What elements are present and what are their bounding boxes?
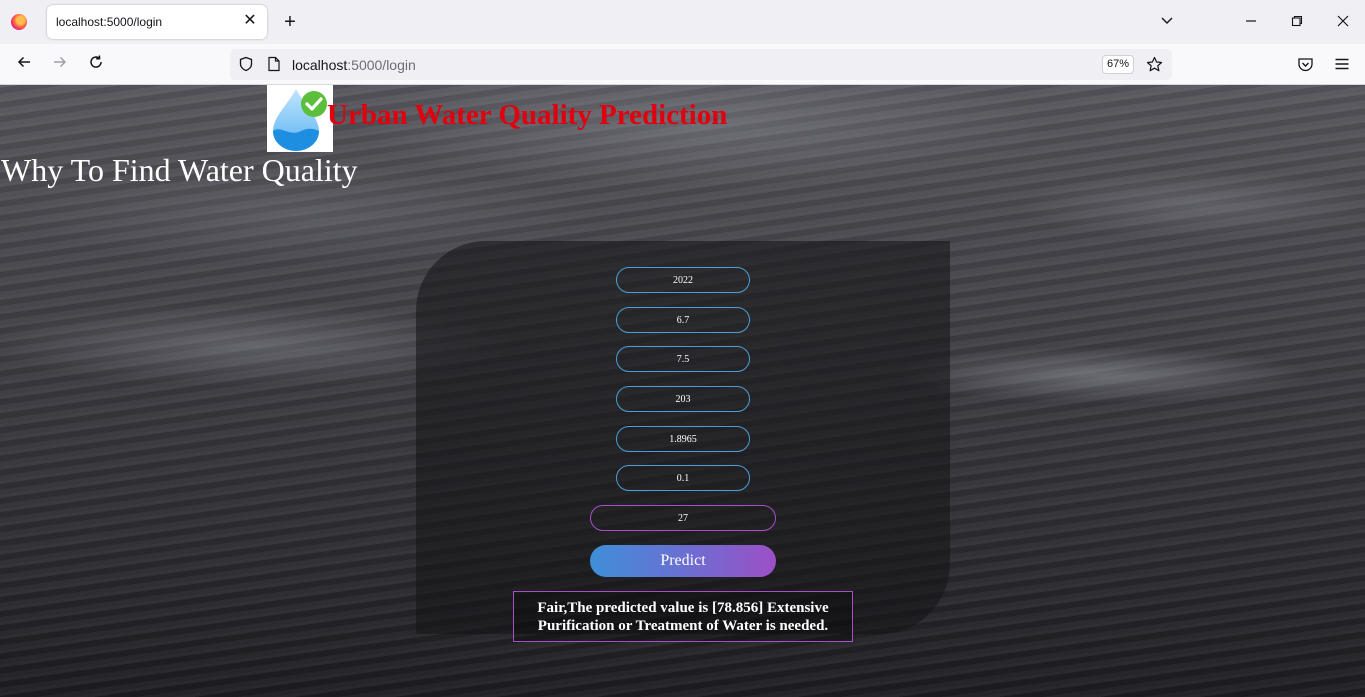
back-icon[interactable] — [13, 54, 35, 76]
tab-close-icon[interactable]: ✕ — [241, 12, 259, 30]
minimize-icon[interactable] — [1241, 12, 1261, 32]
close-window-icon[interactable] — [1333, 12, 1353, 32]
bookmark-star-icon[interactable] — [1146, 56, 1163, 78]
page-viewport: Urban Water Quality Prediction Why To Fi… — [0, 85, 1365, 697]
prediction-result: Fair,The predicted value is [78.856] Ext… — [513, 591, 853, 642]
reload-icon[interactable] — [85, 54, 107, 76]
pocket-icon[interactable] — [1297, 56, 1314, 78]
parameter-input-7[interactable] — [590, 505, 776, 531]
water-drop-logo-icon — [267, 85, 333, 152]
firefox-logo-icon — [11, 14, 27, 30]
parameter-input-5[interactable] — [616, 426, 750, 452]
zoom-level-badge[interactable]: 67% — [1102, 55, 1134, 74]
browser-tab-bar: localhost:5000/login ✕ + — [0, 0, 1365, 44]
year-input[interactable] — [616, 267, 750, 293]
new-tab-icon[interactable]: + — [281, 12, 299, 32]
parameter-input-4[interactable] — [616, 386, 750, 412]
tab-title: localhost:5000/login — [56, 15, 163, 29]
url-text[interactable]: localhost:5000/login — [292, 57, 416, 73]
browser-tab[interactable]: localhost:5000/login ✕ — [47, 5, 267, 39]
browser-nav-bar: localhost:5000/login 67% — [0, 44, 1365, 85]
shield-icon[interactable] — [238, 56, 254, 77]
list-tabs-icon[interactable] — [1157, 12, 1177, 32]
page-info-icon[interactable] — [267, 56, 281, 77]
parameter-input-2[interactable] — [616, 307, 750, 333]
predict-button[interactable]: Predict — [590, 545, 776, 577]
parameter-input-3[interactable] — [616, 346, 750, 372]
menu-icon[interactable] — [1334, 56, 1350, 77]
parameter-input-6[interactable] — [616, 465, 750, 491]
page-subtitle: Why To Find Water Quality — [1, 152, 358, 188]
page-title: Urban Water Quality Prediction — [327, 99, 728, 131]
url-host: localhost — [292, 57, 348, 73]
url-bar[interactable]: localhost:5000/login 67% — [230, 49, 1172, 80]
url-path: :5000/login — [347, 57, 416, 73]
forward-icon[interactable] — [49, 54, 71, 76]
restore-icon[interactable] — [1287, 12, 1307, 32]
